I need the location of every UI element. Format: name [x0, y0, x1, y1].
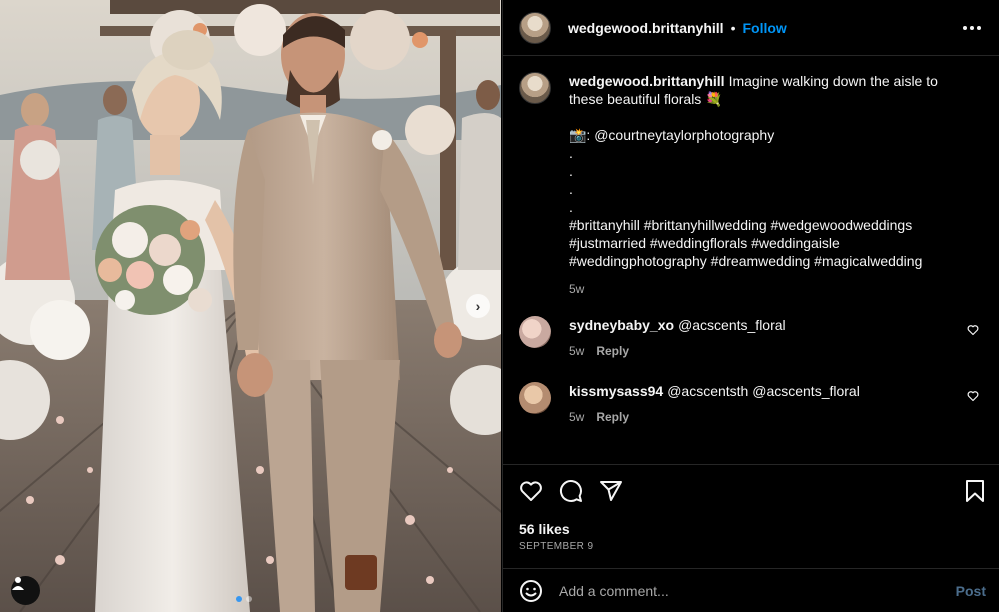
post-caption: wedgewood.brittanyhill Imagine walking do… — [519, 72, 979, 298]
comment-item: kissmysass94 @acscentsth @acscents_floral… — [519, 382, 989, 426]
follow-button[interactable]: Follow — [742, 20, 786, 36]
caption-hashtags[interactable]: #brittanyhill #brittanyhillwedding #wedg… — [569, 216, 964, 270]
post-actions: 56 likes SEPTEMBER 9 — [503, 464, 999, 564]
post-header: wedgewood.brittanyhill • Follow — [503, 0, 999, 56]
post-comment-button[interactable]: Post — [956, 583, 986, 599]
comment-icon[interactable] — [559, 479, 583, 503]
comment-avatar[interactable] — [519, 316, 551, 348]
comment-avatar[interactable] — [519, 382, 551, 414]
emoji-icon[interactable] — [519, 579, 543, 603]
add-comment-bar: Post — [503, 568, 999, 612]
comment-input[interactable] — [559, 582, 956, 599]
reply-button[interactable]: Reply — [596, 344, 629, 358]
comment-text[interactable]: @acscents_floral — [678, 317, 786, 333]
carousel-dot — [246, 596, 252, 602]
caption-dot: . — [569, 163, 573, 179]
author-username[interactable]: wedgewood.brittanyhill — [568, 20, 724, 36]
photo-credit[interactable]: 📸: @courtneytaylorphotography — [569, 126, 964, 144]
bookmark-icon[interactable] — [964, 479, 986, 503]
comment-username[interactable]: kissmysass94 — [569, 383, 663, 399]
share-icon[interactable] — [599, 479, 623, 503]
post-date: SEPTEMBER 9 — [519, 541, 594, 552]
post-photo[interactable]: › — [0, 0, 501, 612]
caption-author-avatar[interactable] — [519, 72, 551, 104]
header-separator: • — [730, 19, 736, 36]
heart-icon[interactable] — [519, 479, 543, 503]
reply-button[interactable]: Reply — [596, 410, 629, 424]
next-photo-button[interactable]: › — [466, 294, 490, 318]
more-options-icon[interactable] — [962, 17, 982, 33]
comment-text[interactable]: @acscentsth @acscents_floral — [667, 383, 860, 399]
heart-icon[interactable] — [967, 324, 979, 336]
caption-username[interactable]: wedgewood.brittanyhill — [569, 73, 725, 89]
carousel-indicator — [236, 596, 252, 602]
comment-time: 5w — [569, 344, 585, 358]
chevron-right-icon: › — [475, 298, 481, 314]
comment-time: 5w — [569, 410, 585, 424]
heart-icon[interactable] — [967, 390, 979, 402]
caption-timestamp: 5w — [569, 282, 585, 296]
like-count[interactable]: 56 likes — [519, 521, 570, 537]
wedding-photo-illustration — [0, 0, 501, 612]
user-icon — [12, 577, 24, 590]
author-avatar[interactable] — [519, 11, 551, 44]
caption-dot: . — [569, 199, 573, 215]
caption-dot: . — [569, 181, 573, 197]
caption-dot: . — [569, 145, 573, 161]
comment-username[interactable]: sydneybaby_xo — [569, 317, 674, 333]
carousel-dot-active — [236, 596, 242, 602]
post-side-panel: wedgewood.brittanyhill • Follow wedgewoo… — [502, 0, 999, 612]
tagged-users-button[interactable] — [11, 576, 40, 605]
comment-item: sydneybaby_xo @acscents_floral 5w Reply — [519, 316, 989, 360]
